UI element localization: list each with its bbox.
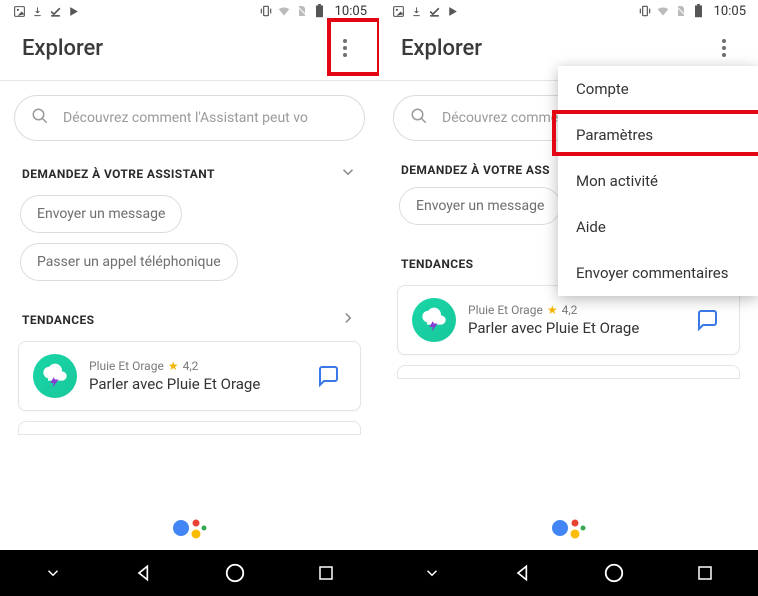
- app-icon-pluie-orage: [33, 354, 77, 398]
- overflow-menu-button[interactable]: [706, 30, 742, 66]
- status-left-icons: [391, 4, 459, 18]
- nav-home-icon[interactable]: [594, 553, 634, 593]
- vibrate-icon: [638, 4, 652, 18]
- trend-card-text: Pluie Et Orage ★ 4,2 Parler avec Pluie E…: [468, 303, 677, 338]
- android-nav-bar: [379, 550, 758, 596]
- android-nav-bar: [0, 550, 379, 596]
- trend-card-text: Pluie Et Orage ★ 4,2 Parler avec Pluie E…: [89, 359, 298, 394]
- check-icon: [48, 4, 62, 18]
- chip-send-message[interactable]: Envoyer un message: [20, 195, 182, 233]
- phone-screen-left: 10:05 Explorer Découvrez comment l'Assis…: [0, 0, 379, 596]
- menu-item-help[interactable]: Aide: [558, 204, 758, 250]
- overflow-menu: Compte Paramètres Mon activité Aide Envo…: [558, 66, 758, 296]
- trend-card-next-peek: [18, 421, 361, 435]
- page-title: Explorer: [401, 36, 482, 61]
- status-time: 10:05: [335, 4, 367, 19]
- chevron-right-icon: [339, 309, 357, 331]
- app-icon-pluie-orage: [412, 298, 456, 342]
- section-assistant-header[interactable]: DEMANDEZ À VOTRE ASSISTANT: [22, 163, 357, 185]
- overflow-menu-button[interactable]: [327, 30, 363, 66]
- image-icon: [12, 4, 26, 18]
- nav-home-icon[interactable]: [215, 553, 255, 593]
- more-vert-icon: [343, 39, 347, 57]
- check-icon: [427, 4, 441, 18]
- trend-app-name: Pluie Et Orage: [468, 303, 543, 317]
- menu-item-account[interactable]: Compte: [558, 66, 758, 112]
- nav-back-icon[interactable]: [124, 553, 164, 593]
- assistant-chip-row: Envoyer un message Passer un appel télép…: [20, 195, 359, 281]
- wifi-icon: [656, 4, 670, 18]
- nav-chevron-down-icon[interactable]: [33, 553, 73, 593]
- google-assistant-logo[interactable]: [170, 514, 210, 542]
- trend-rating: 4,2: [562, 303, 578, 317]
- section-trends-title: TENDANCES: [22, 313, 94, 327]
- search-icon: [31, 107, 49, 129]
- status-right-icons: 10:05: [638, 4, 746, 19]
- vibrate-icon: [259, 4, 273, 18]
- status-left-icons: [12, 4, 80, 18]
- star-icon: ★: [547, 303, 558, 317]
- page-title: Explorer: [22, 36, 103, 61]
- section-trends-header[interactable]: TENDANCES: [22, 309, 357, 331]
- status-bar: 10:05: [0, 0, 379, 22]
- section-assistant-title: DEMANDEZ À VOTRE ASSISTANT: [22, 167, 215, 181]
- no-sim-icon: [295, 4, 309, 18]
- chevron-down-icon: [339, 163, 357, 185]
- nav-recents-icon[interactable]: [685, 553, 725, 593]
- nav-back-icon[interactable]: [503, 553, 543, 593]
- more-vert-icon: [722, 39, 726, 57]
- menu-item-settings[interactable]: Paramètres: [558, 112, 758, 158]
- download-icon: [409, 4, 423, 18]
- menu-item-activity[interactable]: Mon activité: [558, 158, 758, 204]
- search-icon: [410, 107, 428, 129]
- google-assistant-logo[interactable]: [549, 514, 589, 542]
- main-content: Découvrez comment l'Assistant peut vo DE…: [0, 81, 379, 435]
- menu-item-feedback[interactable]: Envoyer commentaires: [558, 250, 758, 296]
- play-icon: [66, 4, 80, 18]
- trend-action-label: Parler avec Pluie Et Orage: [468, 319, 677, 338]
- no-sim-icon: [674, 4, 688, 18]
- status-bar: 10:05: [379, 0, 758, 22]
- trend-card-next-peek: [397, 365, 740, 379]
- app-header: Explorer: [0, 22, 379, 81]
- chip-send-message[interactable]: Envoyer un message: [399, 187, 561, 225]
- star-icon: ★: [168, 359, 179, 373]
- trend-rating: 4,2: [183, 359, 199, 373]
- trend-card[interactable]: Pluie Et Orage ★ 4,2 Parler avec Pluie E…: [18, 341, 361, 411]
- image-icon: [391, 4, 405, 18]
- search-placeholder: Découvrez comment l'Assistant peut vo: [63, 110, 308, 126]
- trend-action-label: Parler avec Pluie Et Orage: [89, 375, 298, 394]
- download-icon: [30, 4, 44, 18]
- nav-chevron-down-icon[interactable]: [412, 553, 452, 593]
- chat-icon[interactable]: [689, 302, 725, 338]
- battery-icon: [313, 4, 327, 18]
- section-trends-title: TENDANCES: [401, 257, 473, 271]
- chat-icon[interactable]: [310, 358, 346, 394]
- search-input[interactable]: Découvrez comment l'Assistant peut vo: [14, 95, 365, 141]
- status-time: 10:05: [714, 4, 746, 19]
- trend-app-name: Pluie Et Orage: [89, 359, 164, 373]
- chip-phone-call[interactable]: Passer un appel téléphonique: [20, 243, 238, 281]
- wifi-icon: [277, 4, 291, 18]
- status-right-icons: 10:05: [259, 4, 367, 19]
- nav-recents-icon[interactable]: [306, 553, 346, 593]
- battery-icon: [692, 4, 706, 18]
- phone-screen-right: 10:05 Explorer Découvrez comment l'Assis…: [379, 0, 758, 596]
- section-assistant-title: DEMANDEZ À VOTRE ASS: [401, 163, 550, 177]
- play-icon: [445, 4, 459, 18]
